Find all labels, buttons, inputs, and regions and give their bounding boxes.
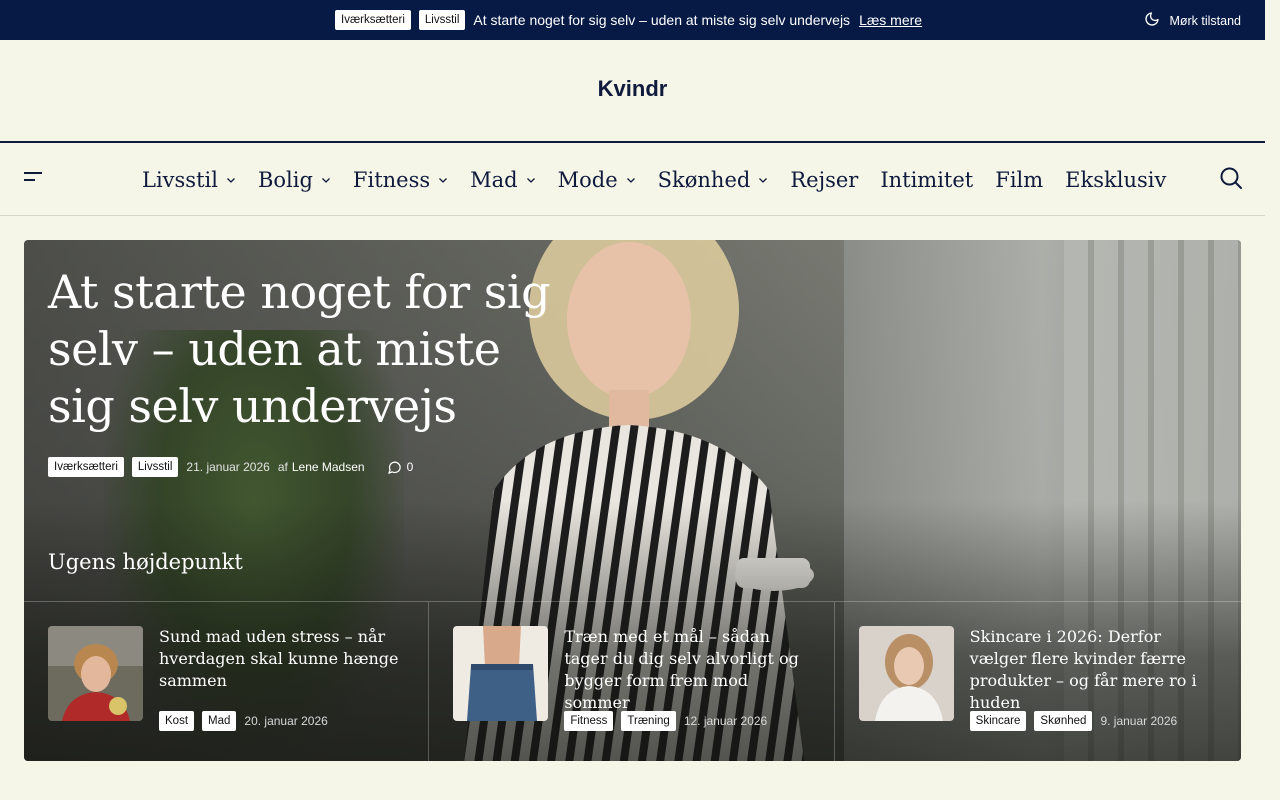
highlight-card[interactable]: Skincare i 2026: Derfor vælger flere kvi… (835, 602, 1241, 761)
publish-date: 9. januar 2026 (1100, 714, 1178, 728)
nav-item-film[interactable]: Film (995, 168, 1043, 192)
chevron-down-icon (759, 178, 768, 183)
nav-item-label: Film (995, 168, 1044, 192)
nav-item-mad[interactable]: Mad (470, 168, 535, 192)
nav-item-label: Intimitet (880, 168, 974, 192)
nav-item-eksklusiv[interactable]: Eksklusiv (1065, 168, 1166, 192)
highlight-title[interactable]: Træn med et mål – sådan tager du dig sel… (564, 626, 814, 714)
nav-item-label: Mode (557, 168, 618, 192)
publish-date: 20. januar 2026 (244, 714, 328, 728)
page-scrollbar[interactable] (1265, 0, 1280, 800)
comment-count: 0 (406, 460, 414, 474)
comment-icon (387, 461, 401, 474)
highlight-card[interactable]: Træn med et mål – sådan tager du dig sel… (429, 602, 835, 761)
dark-mode-label: Mørk tilstand (1169, 13, 1241, 28)
article-thumbnail[interactable] (453, 626, 549, 721)
highlight-title[interactable]: Skincare i 2026: Derfor vælger flere kvi… (970, 626, 1220, 714)
publish-date: 21. januar 2026 (186, 460, 270, 474)
article-thumbnail[interactable] (48, 626, 143, 721)
hero-meta: Iværksætteri Livsstil 21. januar 2026 af… (48, 457, 413, 477)
chevron-down-icon (526, 178, 535, 183)
category-tag[interactable]: Iværksætteri (48, 457, 124, 477)
hero-title[interactable]: At starte noget for sig selv – uden at m… (48, 264, 568, 435)
main-navigation: Livsstil Bolig Fitness Mad Mode Skønhed … (142, 164, 1166, 196)
highlights-list: Sund mad uden stress – når hverdagen ska… (24, 601, 1241, 761)
nav-item-livsstil[interactable]: Livsstil (142, 168, 236, 192)
chevron-down-icon (226, 178, 235, 183)
nav-item-label: Skønhed (657, 168, 751, 192)
article-thumbnail[interactable] (858, 626, 954, 721)
nav-item-label: Eksklusiv (1065, 168, 1167, 192)
highlight-card[interactable]: Sund mad uden stress – når hverdagen ska… (24, 602, 430, 761)
category-tag[interactable]: Mad (202, 711, 237, 731)
hero-featured-article[interactable]: At starte noget for sig selv – uden at m… (24, 240, 1241, 761)
moon-icon (1144, 11, 1160, 30)
byline-prefix: af (277, 460, 288, 474)
nav-bottom-divider (0, 215, 1265, 216)
nav-item-label: Bolig (257, 168, 313, 192)
nav-item-skonhed[interactable]: Skønhed (658, 168, 769, 192)
publish-date: 12. januar 2026 (683, 714, 768, 728)
author-link[interactable]: Lene Madsen (292, 460, 365, 474)
nav-item-intimitet[interactable]: Intimitet (880, 168, 973, 192)
category-tag[interactable]: Træning (621, 711, 676, 731)
hamburger-icon[interactable] (24, 170, 44, 184)
comments-link[interactable]: 0 (387, 460, 414, 475)
announcement-headline[interactable]: At starte noget for sig selv – uden at m… (473, 12, 850, 28)
nav-item-label: Fitness (352, 168, 431, 192)
category-tag[interactable]: Livsstil (131, 457, 179, 477)
nav-top-divider (0, 141, 1265, 143)
nav-item-label: Mad (470, 168, 518, 192)
announcement-tag[interactable]: Iværksætteri (335, 10, 411, 30)
highlights-title: Ugens højdepunkt (48, 550, 243, 574)
read-more-link[interactable]: Læs mere (859, 12, 922, 28)
highlight-meta: Skincare Skønhed 9. januar 2026 (969, 711, 1178, 731)
category-tag[interactable]: Fitness (564, 711, 614, 731)
nav-item-bolig[interactable]: Bolig (258, 168, 331, 192)
highlight-title[interactable]: Sund mad uden stress – når hverdagen ska… (159, 626, 409, 692)
search-icon[interactable] (1219, 166, 1243, 190)
highlight-meta: Fitness Træning 12. januar 2026 (564, 711, 767, 731)
chevron-down-icon (626, 178, 635, 183)
dark-mode-toggle[interactable]: Mørk tilstand (1144, 11, 1241, 30)
announcement-tag[interactable]: Livsstil (418, 10, 466, 30)
chevron-down-icon (321, 178, 330, 183)
chevron-down-icon (439, 178, 448, 183)
category-tag[interactable]: Skønhed (1034, 711, 1093, 731)
nav-item-label: Rejser (790, 168, 859, 192)
nav-item-mode[interactable]: Mode (558, 168, 636, 192)
announcement-content: Iværksætteri Livsstil At starte noget fo… (335, 9, 922, 31)
site-logo[interactable]: Kvindr (0, 76, 1265, 102)
nav-item-fitness[interactable]: Fitness (353, 168, 448, 192)
category-tag[interactable]: Kost (159, 711, 195, 731)
highlight-meta: Kost Mad 20. januar 2026 (159, 711, 328, 731)
nav-item-rejser[interactable]: Rejser (790, 168, 858, 192)
nav-item-label: Livsstil (142, 168, 218, 192)
announcement-bar: Iværksætteri Livsstil At starte noget fo… (0, 0, 1265, 40)
category-tag[interactable]: Skincare (969, 711, 1027, 731)
